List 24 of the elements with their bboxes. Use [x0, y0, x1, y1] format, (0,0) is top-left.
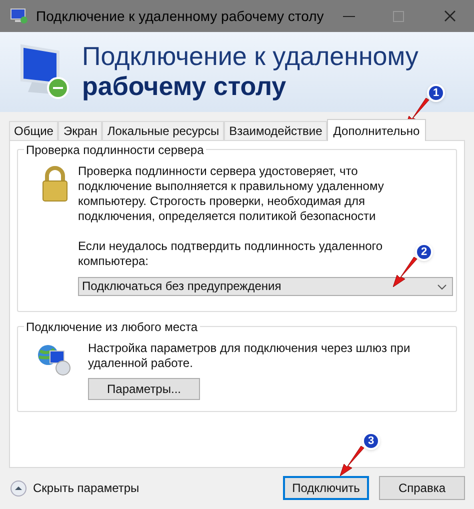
header-title: Подключение к удаленному: [82, 42, 418, 72]
globe-computer-icon: [36, 343, 72, 377]
close-icon[interactable]: [444, 10, 456, 22]
window-title: Подключение к удаленному рабочему столу: [36, 6, 325, 26]
description-text: Настройка параметров для подключения через шлюз при удаленной работе.: [88, 341, 412, 371]
description-text: Проверка подлинности сервера удостоверяет, что подключение выполняется к правильному удаленному компьютеру. Строгость проверки, необходимая для подключения, определяется политикой безопасности: [78, 164, 385, 224]
prompt-text: Если неудалось подтвердить подлинность удаленного компьютера:: [78, 239, 384, 269]
padlock-icon: [40, 166, 70, 202]
tab[interactable]: Дополнительно: [327, 119, 426, 141]
tab[interactable]: Экран: [58, 121, 102, 140]
tab[interactable]: Общие: [9, 121, 58, 140]
monitor-icon: [18, 42, 70, 102]
dropdown[interactable]: Подключаться без предупреждения: [78, 277, 453, 296]
dialog-button[interactable]: Справка: [379, 476, 465, 500]
tab[interactable]: Взаимодействие: [224, 121, 328, 140]
chevron-down-icon: [437, 284, 447, 290]
settings-button[interactable]: Параметры...: [88, 378, 200, 400]
monitor-icon: [10, 8, 28, 24]
tab[interactable]: Локальные ресурсы: [102, 121, 224, 140]
dialog-button[interactable]: Подключить: [283, 476, 369, 500]
header-title: рабочему столу: [82, 72, 288, 102]
hide-options-link[interactable]: Скрыть параметры: [33, 479, 273, 497]
pointer-arrow-icon: [340, 446, 366, 476]
pointer-arrow-icon: [393, 257, 419, 287]
